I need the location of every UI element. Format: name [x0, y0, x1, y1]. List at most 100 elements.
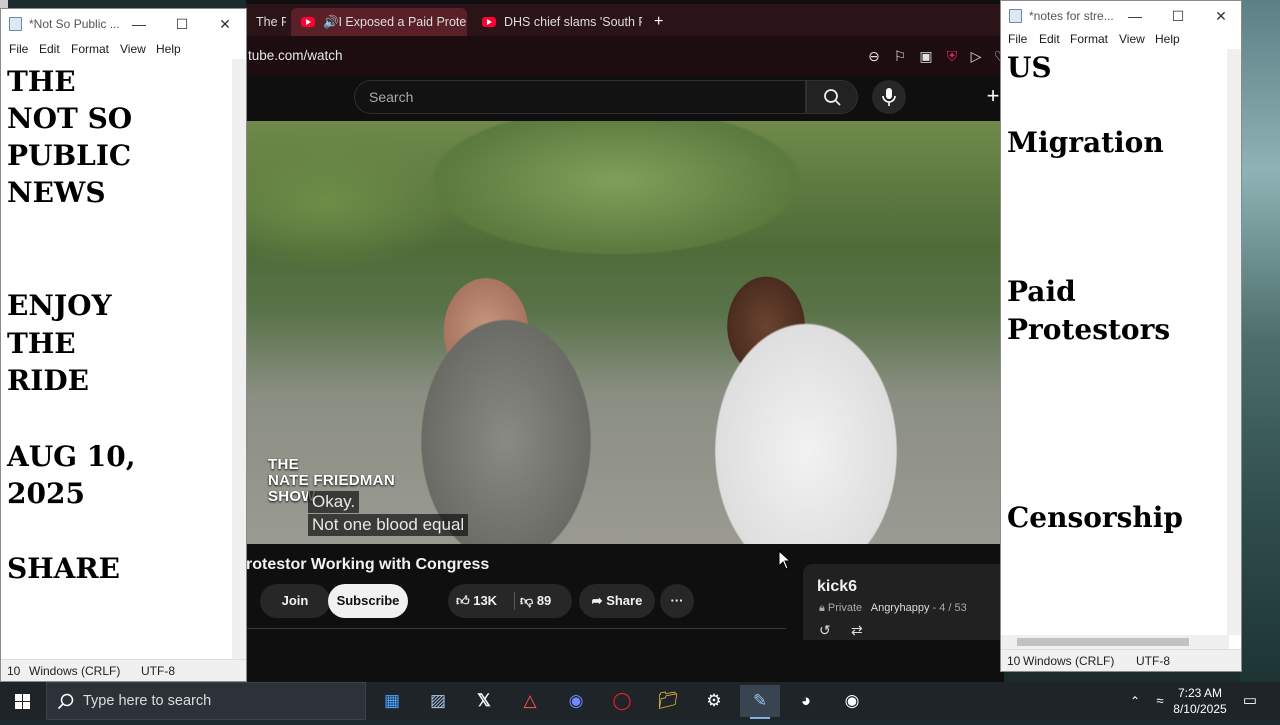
menu-edit[interactable]: Edit [1039, 32, 1060, 46]
text-line: AUG 10, [7, 440, 136, 473]
browser-window: The R 🔊 I Exposed a Paid Prote DHS chief… [246, 0, 1004, 682]
settings-gear-icon[interactable]: ⚙ [694, 685, 734, 717]
close-button[interactable]: ✕ [203, 9, 246, 39]
menu-view[interactable]: View [120, 42, 146, 56]
search-icon [824, 89, 841, 106]
playlist-owner[interactable]: Angryhappy [871, 602, 930, 614]
notepad-window-left: *Not So Public ... — ☐ ✕ File Edit Forma… [0, 8, 247, 682]
file-cabinet-icon[interactable]: ▨ [418, 685, 458, 717]
shuffle-icon[interactable]: ⇄ [851, 622, 863, 639]
search-icon [57, 693, 74, 710]
video-player[interactable]: THE NATE FRIEDMAN SHOW Okay. Not one blo… [246, 121, 1000, 544]
share-icon: ➦ [591, 593, 603, 608]
tab-dhs-chief[interactable]: DHS chief slams 'South P [472, 8, 642, 36]
opera-icon[interactable]: ◯ [602, 685, 642, 717]
menu-help[interactable]: Help [1155, 32, 1180, 46]
calculator-icon[interactable]: ▦ [372, 685, 412, 717]
menu-format[interactable]: Format [1070, 32, 1108, 46]
menu-view[interactable]: View [1119, 32, 1145, 46]
brave-icon[interactable]: △ [510, 685, 550, 717]
chevron-up-icon[interactable]: ⌃ [1124, 685, 1146, 717]
clock-time: 7:23 AM [1177, 686, 1223, 700]
x-app-icon[interactable]: 𝕏 [464, 685, 504, 717]
text-area[interactable]: THE NOT SO PUBLIC NEWS ENJOY THE RIDE AU… [1, 59, 234, 661]
menu-file[interactable]: File [1008, 32, 1027, 46]
tab-the-r[interactable]: The R [246, 8, 286, 36]
text-line: SHARE [7, 552, 121, 585]
send-icon[interactable]: ▷ [968, 48, 984, 64]
vertical-scrollbar[interactable] [1227, 49, 1241, 635]
more-actions-button[interactable]: ··· [660, 584, 694, 618]
folder-icon[interactable]: 📁︎ [648, 685, 688, 717]
status-bar: 10 Windows (CRLF) UTF-8 [1001, 649, 1241, 671]
taskbar-search [46, 682, 366, 720]
title-bar[interactable]: *notes for stre... — ☐ ✕ [1001, 1, 1241, 31]
dislike-count: 89 [536, 593, 552, 608]
pin-icon[interactable]: ⚐ [892, 48, 908, 64]
search-input[interactable] [355, 81, 805, 113]
subscribe-button[interactable]: Subscribe [328, 584, 408, 618]
horizontal-scrollbar[interactable] [1001, 635, 1229, 649]
text-line: NEWS [7, 176, 106, 209]
window-title: *Not So Public ... [29, 17, 120, 31]
shield-icon[interactable]: ⛨ [944, 48, 960, 64]
text-line: Migration [1007, 126, 1164, 159]
close-button[interactable]: ✕ [1199, 1, 1241, 31]
text-line: THE [7, 327, 76, 360]
speedometer-icon[interactable]: ◕ [786, 685, 826, 717]
text-line: NOT SO [7, 102, 133, 135]
start-button[interactable] [0, 682, 46, 720]
menu-edit[interactable]: Edit [39, 42, 60, 56]
maximize-button[interactable]: ☐ [1156, 1, 1200, 31]
wifi-icon[interactable]: ≈ [1148, 685, 1172, 717]
tab-paid-protestor[interactable]: 🔊 I Exposed a Paid Prote [291, 8, 467, 36]
dislike-button[interactable]: 👎︎ 89 [520, 584, 572, 618]
maximize-button[interactable]: ☐ [160, 9, 204, 39]
menu-help[interactable]: Help [156, 42, 181, 56]
text-area[interactable]: US Migration Paid Protestors Censorship [1001, 49, 1227, 635]
loop-icon[interactable]: ↺ [819, 622, 831, 639]
menu-bar: File Edit Format View Help [1001, 29, 1241, 49]
notepad-icon [1009, 9, 1022, 23]
taskbar-search-input[interactable] [83, 683, 353, 719]
system-clock[interactable]: 7:23 AM 8/10/2025 [1170, 685, 1230, 717]
search-button[interactable] [806, 80, 858, 114]
menu-file[interactable]: File [9, 42, 28, 56]
notepad-icon[interactable]: ✎ [740, 685, 780, 719]
url-text: tube.com/watch [248, 48, 343, 63]
like-dislike-group: 👍︎ 13K 👎︎ 89 [448, 584, 572, 618]
thumbs-down-icon: 👎︎ [520, 593, 534, 608]
scroll-thumb[interactable] [1017, 638, 1189, 646]
screenshot-icon[interactable]: ▣ [918, 48, 934, 64]
minimize-button[interactable]: — [1113, 1, 1157, 31]
lock-icon: 🔒︎ [819, 602, 825, 614]
vertical-scrollbar[interactable] [232, 59, 246, 661]
window-title: *notes for stre... [1029, 9, 1114, 23]
voice-search-button[interactable] [872, 80, 906, 114]
playlist-title[interactable]: kick6 [817, 578, 857, 596]
new-tab-button[interactable]: + [644, 8, 674, 36]
discord-icon[interactable]: ◉ [556, 685, 596, 717]
speaker-icon[interactable]: 🔊 [323, 8, 339, 36]
watermark-line: NATE FRIEDMAN [268, 472, 395, 489]
join-button[interactable]: Join [260, 584, 330, 618]
notepad-icon [9, 17, 22, 31]
minimize-button[interactable]: — [117, 9, 161, 39]
title-bar[interactable]: *Not So Public ... — ☐ ✕ [1, 9, 246, 39]
text-line: 2025 [7, 477, 85, 510]
menu-format[interactable]: Format [71, 42, 109, 56]
playlist-meta: 🔒︎ Private Angryhappy - 4 / 53 [819, 602, 967, 615]
desktop-wallpaper [1240, 0, 1280, 682]
playlist-privacy: Private [827, 602, 863, 614]
playlist-panel: kick6 🔒︎ Private Angryhappy - 4 / 53 ↺ ⇄ [803, 564, 1003, 640]
tab-label: DHS chief slams 'South P [504, 15, 642, 29]
notifications-icon[interactable]: ▭ [1236, 685, 1264, 717]
obs-icon[interactable]: ◉ [832, 685, 872, 717]
caption-line: Okay. [308, 491, 360, 513]
address-bar[interactable]: tube.com/watch ⊖ ⚐ ▣ ⛨ ▷ ♡ [246, 36, 1004, 76]
zoom-out-icon[interactable]: ⊖ [866, 48, 882, 64]
text-line: PUBLIC [7, 139, 132, 172]
windows-icon [15, 694, 30, 709]
like-button[interactable]: 👍︎ 13K [448, 584, 514, 618]
share-button[interactable]: ➦ Share [579, 584, 655, 618]
